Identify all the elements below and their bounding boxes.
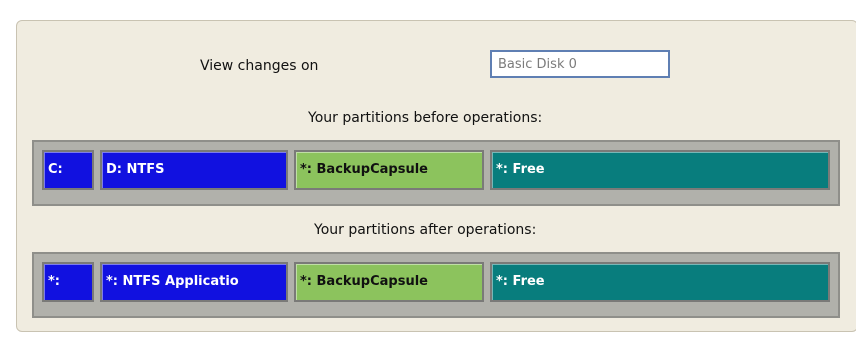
- partition-label: *: BackupCapsule: [300, 274, 429, 289]
- after-operations-heading: Your partitions after operations:: [314, 222, 537, 238]
- partition-after-1[interactable]: *:: [42, 262, 94, 302]
- partition-after-free[interactable]: *: Free: [490, 262, 830, 302]
- view-changes-label: View changes on: [200, 58, 319, 74]
- partition-label: *: NTFS Applicatio: [106, 274, 239, 289]
- partition-label: D: NTFS: [106, 162, 165, 177]
- partition-label: C:: [48, 162, 63, 177]
- partition-after-ntfs-application[interactable]: *: NTFS Applicatio: [100, 262, 288, 302]
- partition-bar-after: *: *: NTFS Applicatio *: BackupCapsule *…: [32, 252, 840, 318]
- partition-label: *: Free: [496, 274, 545, 289]
- partition-bar-before: C: D: NTFS *: BackupCapsule *: Free: [32, 140, 840, 206]
- partition-label: *:: [48, 274, 60, 289]
- partition-before-backupcapsule[interactable]: *: BackupCapsule: [294, 150, 484, 190]
- partition-before-d[interactable]: D: NTFS: [100, 150, 288, 190]
- disk-select-value: Basic Disk 0: [498, 57, 577, 72]
- partition-before-free[interactable]: *: Free: [490, 150, 830, 190]
- disk-select-field[interactable]: Basic Disk 0: [490, 50, 670, 78]
- partition-label: *: BackupCapsule: [300, 162, 429, 177]
- partition-before-c[interactable]: C:: [42, 150, 94, 190]
- partition-after-backupcapsule[interactable]: *: BackupCapsule: [294, 262, 484, 302]
- before-operations-heading: Your partitions before operations:: [308, 110, 543, 126]
- partition-label: *: Free: [496, 162, 545, 177]
